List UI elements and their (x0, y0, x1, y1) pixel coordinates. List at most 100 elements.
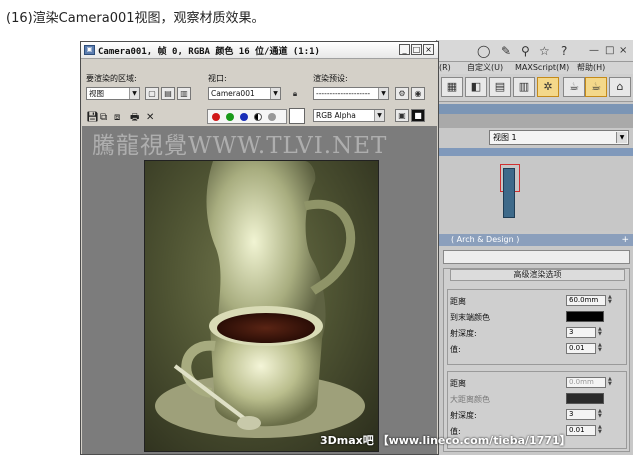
param-depth-input[interactable]: 3 (566, 327, 596, 338)
max-distance-color-swatch[interactable] (566, 393, 604, 404)
tool-button-3[interactable]: ▤ (489, 77, 511, 97)
max-command-panel: ◯ ✎ ⚲ ☆ ? — □ × (R) 自定义(U) MAXScript(M) … (436, 40, 633, 455)
app-icon: ▣ (84, 45, 95, 55)
chevron-down-icon: ▼ (378, 88, 388, 99)
lock-icon[interactable]: 🔒︎ (288, 87, 302, 100)
mono-toggle[interactable] (268, 113, 276, 121)
chevron-down-icon: ▼ (270, 88, 280, 99)
window-title: Camera001, 帧 0, RGBA 颜色 16 位/通道 (1:1) (98, 47, 320, 57)
param-distance-label: 距离 (450, 297, 466, 306)
credit-text: 3Dmax吧 【www.lineco.com/tieba/1771】 (320, 434, 571, 447)
quick-render-button[interactable]: ☕ (585, 77, 607, 97)
param-depth-b-label: 射深度: (450, 411, 477, 420)
chevron-down-icon: ▼ (129, 88, 139, 99)
edit-region-button[interactable]: ▢ (145, 87, 159, 100)
param-depth-label: 射深度: (450, 329, 477, 338)
channel-select[interactable]: RGB Alpha ▼ (313, 109, 385, 122)
copy-icon[interactable]: ⧉ (100, 112, 107, 124)
binoculars-icon[interactable]: ◯ (477, 43, 490, 59)
alpha-channel-toggle[interactable] (254, 113, 262, 121)
view-select[interactable]: 视图 1 ▼ (489, 130, 629, 145)
rollout-strip (437, 114, 633, 128)
display-alpha-button[interactable]: ▣ (395, 109, 409, 122)
material-node[interactable] (503, 168, 515, 218)
viewport-label: 视口: (208, 74, 227, 83)
material-name-field[interactable] (443, 250, 630, 264)
spinner-icon[interactable]: ▲ ▼ (598, 343, 605, 354)
spinner-icon[interactable]: ▲ ▼ (608, 295, 615, 306)
rendered-image (144, 160, 379, 452)
close-icon[interactable]: × (619, 43, 627, 59)
screenshot-stage: (16)渲染Camera001视图，观察材质效果。 ◯ ✎ ⚲ ☆ ? — □ … (0, 0, 641, 457)
material-group-title: ( Arch & Design ) (451, 235, 520, 244)
max-toolbar: ◯ ✎ ⚲ ☆ ? — □ × (437, 40, 633, 62)
blue-channel-toggle[interactable] (240, 113, 248, 121)
tutorial-caption: (16)渲染Camera001视图，观察材质效果。 (6, 11, 265, 26)
render-frame-button[interactable]: ☕ (563, 77, 585, 97)
param-distance-b-input[interactable]: 0.0mm (566, 377, 606, 388)
advanced-options-rollout: 高级渲染选项 距离 60.0mm ▲ ▼ 到末端颜色 射深度: 3 ▲ ▼ 值: 0… (443, 268, 630, 452)
display-mono-button[interactable]: ■ (411, 109, 425, 122)
auto-region-button[interactable]: ▤ (161, 87, 175, 100)
render-setup-button[interactable]: ✲ (537, 77, 559, 97)
param-cutoff-label: 值: (450, 345, 461, 354)
area-select[interactable]: 视图 ▼ (86, 87, 140, 100)
search-icon[interactable]: ⚲ (521, 43, 530, 59)
region-select-button[interactable]: ▥ (177, 87, 191, 100)
area-label: 要渲染的区域: (86, 74, 137, 83)
viewport-select-value: Camera001 (211, 89, 255, 98)
param-fade-color-label: 到末端颜色 (450, 313, 490, 322)
red-channel-toggle[interactable] (212, 113, 220, 121)
render-iterative-button[interactable]: ⌂ (609, 77, 631, 97)
restore-icon[interactable]: □ (605, 43, 614, 59)
tool-button-4[interactable]: ▥ (513, 77, 535, 97)
param-max-color-label: 大距离颜色 (450, 395, 490, 404)
param-depth-b-input[interactable]: 3 (566, 409, 596, 420)
print-icon[interactable]: 🖶︎ (130, 112, 139, 124)
clone-icon[interactable]: ⧈ (114, 112, 120, 124)
slate-preview[interactable] (437, 156, 633, 231)
preset-select[interactable]: -------------------- ▼ (313, 87, 389, 100)
maximize-button[interactable]: □ (411, 44, 422, 55)
close-button[interactable]: × (423, 44, 434, 55)
spinner-icon[interactable]: ▲ ▼ (598, 425, 605, 436)
green-channel-toggle[interactable] (226, 113, 234, 121)
param-cutoff-input[interactable]: 0.01 (566, 343, 596, 354)
material-group-bar[interactable]: ( Arch & Design ) + (437, 234, 633, 246)
tool-button-1[interactable]: ▦ (441, 77, 463, 97)
max-menu-bar: (R) 自定义(U) MAXScript(M) 帮助(H) (437, 62, 633, 74)
minimize-button[interactable]: _ (399, 44, 410, 55)
area-select-value: 视图 (89, 89, 104, 98)
render-setup-icon[interactable]: ⚙ (395, 87, 409, 100)
menu-item-customize[interactable]: 自定义(U) (467, 62, 503, 74)
chevron-down-icon: ▼ (374, 110, 384, 121)
menu-item-maxscript[interactable]: MAXScript(M) (515, 62, 569, 74)
star-icon[interactable]: ☆ (539, 43, 550, 59)
clear-icon[interactable]: ✕ (146, 112, 154, 124)
viewport-select[interactable]: Camera001 ▼ (208, 87, 281, 100)
wrench-icon[interactable]: ✎ (501, 43, 511, 59)
menu-item-r[interactable]: (R) (439, 62, 451, 74)
save-icon[interactable]: 💾︎ (86, 112, 99, 124)
rendered-coffee-scene (155, 161, 365, 438)
watermark-text: 騰龍視覺WWW.TLVI.NET (92, 133, 388, 159)
fade-color-swatch[interactable] (566, 311, 604, 322)
help-icon[interactable]: ? (561, 43, 567, 59)
spinner-icon[interactable]: ▲ ▼ (598, 327, 605, 338)
spinner-icon[interactable]: ▲ ▼ (608, 377, 615, 388)
spinner-icon[interactable]: ▲ ▼ (598, 409, 605, 420)
coffee (217, 313, 315, 343)
preset-label: 渲染预设: (313, 74, 348, 83)
menu-item-help[interactable]: 帮助(H) (577, 62, 605, 74)
param-distance-input[interactable]: 60.0mm (566, 295, 606, 306)
environment-icon[interactable]: ◉ (411, 87, 425, 100)
window-title-bar[interactable]: ▣ Camera001, 帧 0, RGBA 颜色 16 位/通道 (1:1) … (81, 42, 438, 59)
tool-button-2[interactable]: ◧ (465, 77, 487, 97)
title-strip (437, 104, 633, 114)
spoon-bowl (237, 416, 261, 430)
minimize-icon[interactable]: — (589, 43, 599, 59)
clear-color-swatch[interactable] (289, 108, 305, 124)
preview-header (437, 148, 633, 156)
advanced-options-title[interactable]: 高级渲染选项 (450, 269, 625, 281)
preset-select-value: -------------------- (316, 89, 371, 98)
